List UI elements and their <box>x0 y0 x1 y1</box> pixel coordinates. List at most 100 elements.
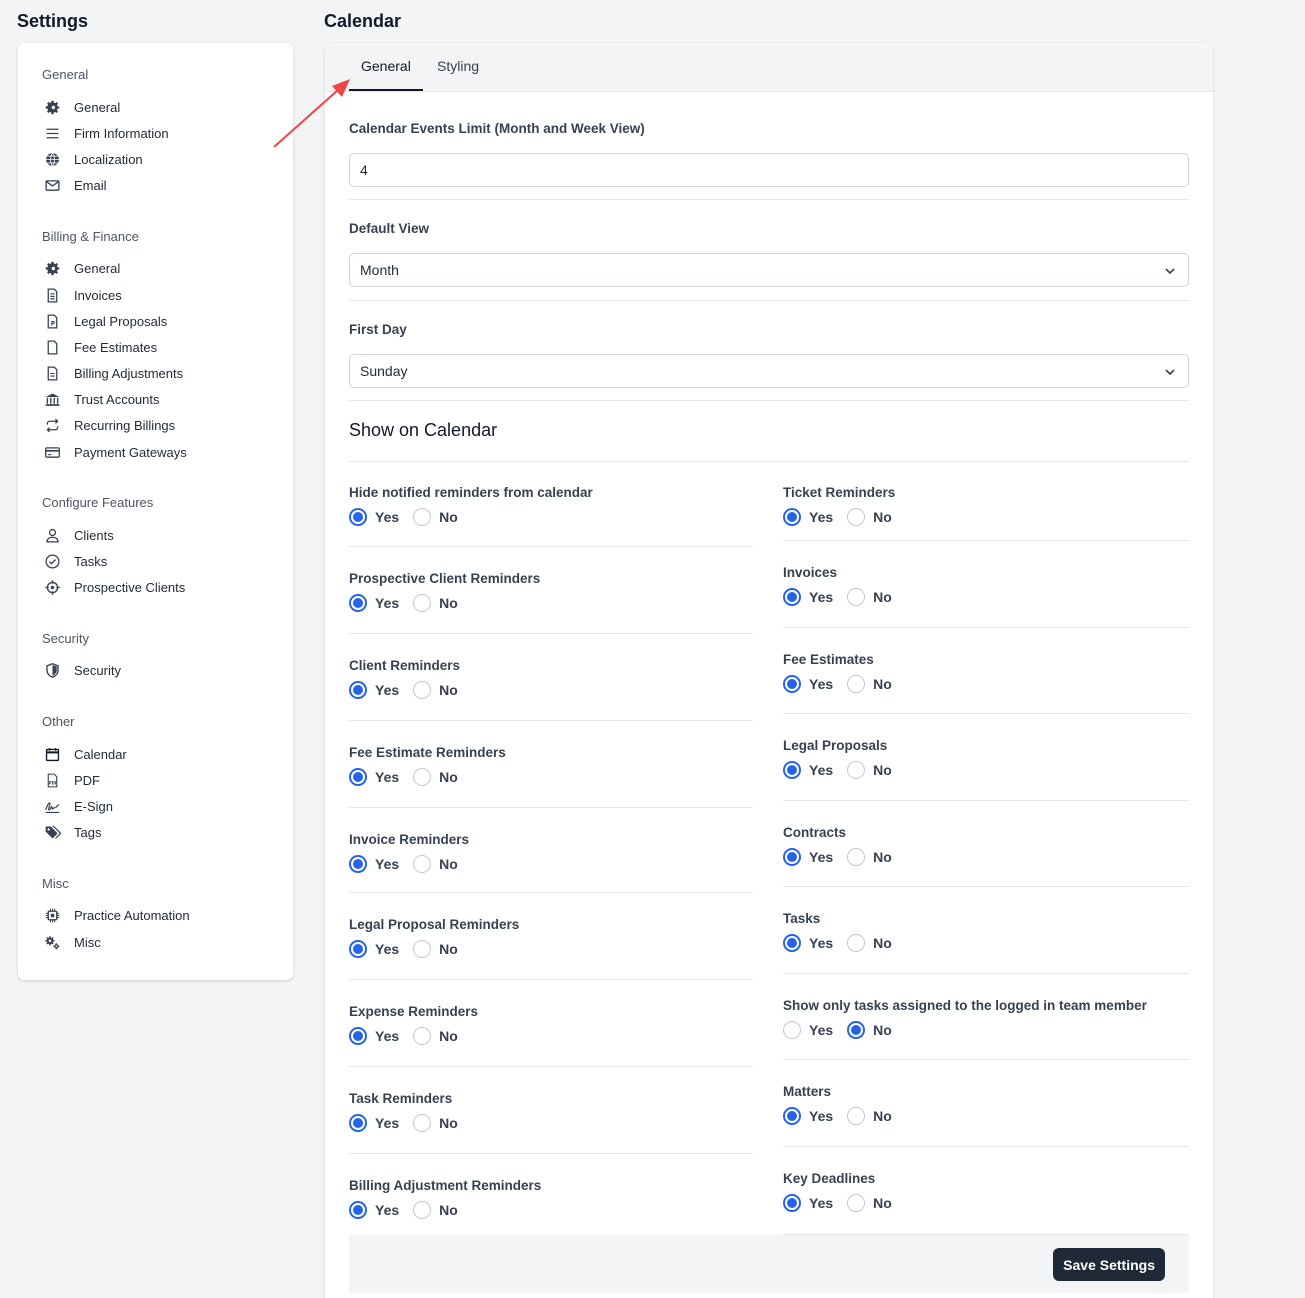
sidebar-item-legal-proposals[interactable]: P Legal Proposals <box>42 308 293 334</box>
fee-estimate-reminders-yes-radio[interactable] <box>349 768 367 786</box>
legal-proposals-no-radio[interactable] <box>847 761 866 779</box>
expense-reminders-no-radio[interactable] <box>413 1027 432 1045</box>
tab-styling[interactable]: Styling <box>425 43 491 91</box>
sidebar-item-firm-information[interactable]: Firm Information <box>42 120 293 146</box>
ticket-reminders-yes-radio[interactable] <box>783 508 801 526</box>
contracts-yes-radio[interactable] <box>783 848 801 866</box>
billing-adjustment-reminders-no-radio[interactable] <box>413 1201 432 1219</box>
legal-proposals-yes-radio[interactable] <box>783 761 801 779</box>
sidebar-item-label: Tasks <box>74 554 108 570</box>
sidebar-item-tasks[interactable]: Tasks <box>42 548 293 574</box>
show-only-tasks-assigned-to-the-logged-in-team-member-yes-radio[interactable] <box>783 1021 801 1039</box>
settings-sidebar: General General Firm Information Localizati… <box>18 43 293 980</box>
yes-label: Yes <box>375 1028 400 1044</box>
sidebar-item-email[interactable]: Email <box>42 173 293 199</box>
sidebar-item-general[interactable]: General <box>42 256 293 282</box>
option-label: Contracts <box>783 825 847 840</box>
default-view-select[interactable]: Month <box>349 253 1189 287</box>
yes-label: Yes <box>375 941 400 957</box>
tasks-no-radio[interactable] <box>847 934 866 952</box>
divider <box>783 540 1189 541</box>
sidebar-item-label: Email <box>74 178 107 194</box>
option-label: Task Reminders <box>349 1091 453 1106</box>
nav-group: Configure Features Clients Tasks Prospectiv… <box>42 493 293 601</box>
legal-proposal-reminders-yes-radio[interactable] <box>349 940 367 958</box>
envelope-icon <box>42 176 62 196</box>
task-reminders-yes-radio[interactable] <box>349 1114 367 1132</box>
sidebar-item-misc[interactable]: Misc <box>42 929 293 955</box>
radio-group: Yes No <box>783 761 906 779</box>
legal-proposal-reminders-no-radio[interactable] <box>413 940 432 958</box>
nav-group: Billing & Finance General Invoices P Legal P… <box>42 227 293 466</box>
prospective-client-reminders-no-radio[interactable] <box>413 594 432 612</box>
tags-icon <box>42 823 62 843</box>
task-reminders-no-radio[interactable] <box>413 1114 432 1132</box>
hide-notified-reminders-from-calendar-yes-radio[interactable] <box>349 508 367 526</box>
crosshair-icon <box>42 578 62 598</box>
hide-notified-reminders-from-calendar-no-radio[interactable] <box>413 508 432 526</box>
sidebar-item-security[interactable]: Security <box>42 658 293 684</box>
radio-group: Yes No <box>783 1107 906 1125</box>
no-label: No <box>439 769 458 785</box>
key-deadlines-no-radio[interactable] <box>847 1194 866 1212</box>
invoice-reminders-no-radio[interactable] <box>413 855 432 873</box>
key-deadlines-yes-radio[interactable] <box>783 1194 801 1212</box>
fee-estimates-no-radio[interactable] <box>847 675 866 693</box>
billing-adjustment-reminders-yes-radio[interactable] <box>349 1201 367 1219</box>
client-reminders-no-radio[interactable] <box>413 681 432 699</box>
sidebar-item-practice-automation[interactable]: Practice Automation <box>42 903 293 929</box>
events-limit-input[interactable] <box>349 153 1189 187</box>
radio-group: Yes No <box>783 848 906 866</box>
sidebar-item-label: Legal Proposals <box>74 313 168 329</box>
sidebar-item-label: Tags <box>74 825 102 841</box>
sidebar-item-e-sign[interactable]: E-Sign <box>42 793 293 819</box>
sidebar-item-trust-accounts[interactable]: Trust Accounts <box>42 387 293 413</box>
sidebar-item-label: Billing Adjustments <box>74 366 184 382</box>
no-label: No <box>439 509 458 525</box>
divider <box>349 199 1189 200</box>
ticket-reminders-no-radio[interactable] <box>847 508 866 526</box>
option-label: Hide notified reminders from calendar <box>349 485 593 500</box>
sidebar-item-billing-adjustments[interactable]: Billing Adjustments <box>42 361 293 387</box>
client-reminders-yes-radio[interactable] <box>349 681 367 699</box>
sidebar-item-prospective-clients[interactable]: Prospective Clients <box>42 575 293 601</box>
sidebar-item-invoices[interactable]: Invoices <box>42 282 293 308</box>
sidebar-item-localization[interactable]: Localization <box>42 146 293 172</box>
bank-icon <box>42 390 62 410</box>
yes-label: Yes <box>809 1108 834 1124</box>
sidebar-item-payment-gateways[interactable]: Payment Gateways <box>42 439 293 465</box>
sidebar-item-recurring-billings[interactable]: Recurring Billings <box>42 413 293 439</box>
matters-yes-radio[interactable] <box>783 1107 801 1125</box>
tasks-yes-radio[interactable] <box>783 934 801 952</box>
fee-estimates-yes-radio[interactable] <box>783 675 801 693</box>
yes-label: Yes <box>809 935 834 951</box>
sidebar-item-pdf[interactable]: PDF PDF <box>42 767 293 793</box>
expense-reminders-yes-radio[interactable] <box>349 1027 367 1045</box>
chevron-down-icon <box>1165 369 1175 376</box>
contracts-no-radio[interactable] <box>847 848 866 866</box>
sidebar-item-tags[interactable]: Tags <box>42 820 293 846</box>
radio-group: Yes No <box>349 508 472 526</box>
invoice-reminders-yes-radio[interactable] <box>349 855 367 873</box>
invoices-yes-radio[interactable] <box>783 588 801 606</box>
matters-no-radio[interactable] <box>847 1107 866 1125</box>
show-only-tasks-assigned-to-the-logged-in-team-member-no-radio[interactable] <box>847 1021 866 1039</box>
sidebar-item-general[interactable]: General <box>42 94 293 120</box>
invoices-no-radio[interactable] <box>847 588 866 606</box>
default-view-value: Month <box>360 262 399 278</box>
radio-group: Yes No <box>783 675 906 693</box>
prospective-client-reminders-yes-radio[interactable] <box>349 594 367 612</box>
sidebar-item-fee-estimates[interactable]: Fee Estimates <box>42 334 293 360</box>
option-label: Client Reminders <box>349 658 461 673</box>
option-label: Legal Proposal Reminders <box>349 917 520 932</box>
svg-text:P: P <box>50 320 55 327</box>
option-label: Legal Proposals <box>783 738 888 753</box>
settings-title: Settings <box>17 11 89 31</box>
fee-estimate-reminders-no-radio[interactable] <box>413 768 432 786</box>
save-settings-button[interactable]: Save Settings <box>1053 1248 1165 1281</box>
tab-general[interactable]: General <box>349 43 423 91</box>
yes-label: Yes <box>375 856 400 872</box>
sidebar-item-calendar[interactable]: Calendar <box>42 741 293 767</box>
sidebar-item-clients[interactable]: Clients <box>42 522 293 548</box>
first-day-select[interactable]: Sunday <box>349 354 1189 388</box>
